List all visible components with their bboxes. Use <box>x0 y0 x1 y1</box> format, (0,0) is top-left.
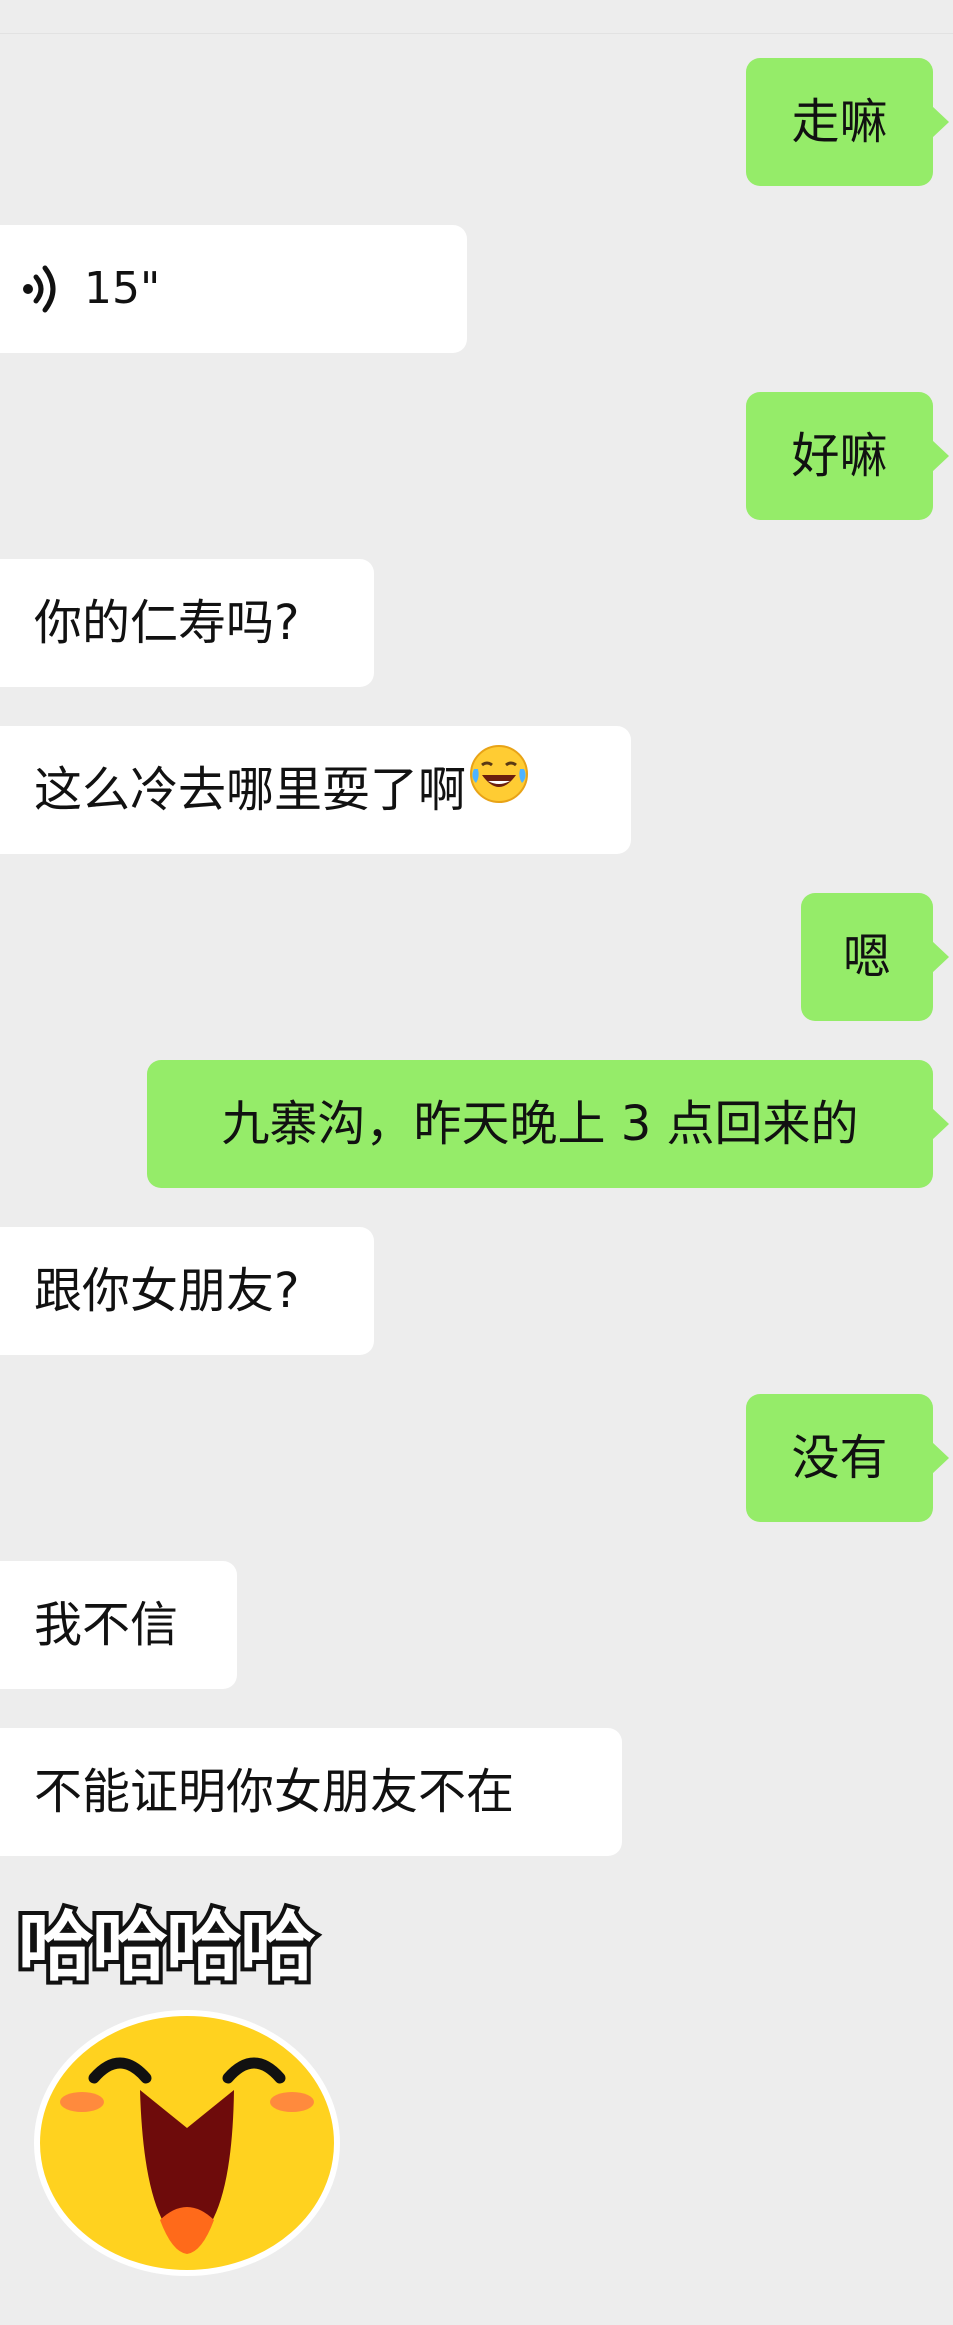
message-bubble-outgoing[interactable]: 嗯 <box>801 893 949 1021</box>
message-bubble-outgoing[interactable]: 九寨沟，昨天晚上 3 点回来的 <box>147 1060 949 1188</box>
message-bubble-incoming[interactable]: 跟你女朋友? <box>0 1227 374 1355</box>
message-text: 没有 <box>791 1430 888 1486</box>
top-divider <box>0 0 953 34</box>
message-bubble-incoming[interactable]: 我不信 <box>0 1561 237 1689</box>
laughing-crying-emoji-icon <box>468 725 530 853</box>
message-text: 嗯 <box>842 929 891 985</box>
message-bubble-incoming[interactable]: 这么冷去哪里耍了啊 <box>0 726 631 854</box>
message-bubble-outgoing[interactable]: 没有 <box>746 1394 949 1522</box>
message-bubble-outgoing[interactable]: 走嘛 <box>746 58 949 186</box>
sticker-caption: 哈哈哈哈 <box>14 1898 320 1995</box>
message-bubble-incoming[interactable]: 不能证明你女朋友不在 <box>0 1728 622 1856</box>
message-text: 你的仁寿吗? <box>34 595 300 651</box>
message-text: 跟你女朋友? <box>34 1263 300 1319</box>
message-text: 我不信 <box>34 1597 179 1653</box>
message-text: 九寨沟，昨天晚上 3 点回来的 <box>221 1096 859 1152</box>
message-bubble-outgoing[interactable]: 好嘛 <box>746 392 949 520</box>
message-bubble-incoming[interactable]: 你的仁寿吗? <box>0 559 374 687</box>
message-text: 走嘛 <box>791 94 888 150</box>
laughing-face-sticker-icon <box>32 2008 342 2282</box>
message-text: 这么冷去哪里耍了啊 <box>34 762 467 818</box>
voice-duration: 15" <box>84 263 161 314</box>
voice-message-bubble[interactable]: 15" <box>0 225 467 353</box>
sticker-message[interactable]: 哈哈哈哈 <box>14 1898 374 2282</box>
voice-wave-icon <box>20 263 64 315</box>
message-text: 好嘛 <box>791 428 888 484</box>
message-text: 不能证明你女朋友不在 <box>34 1764 515 1820</box>
